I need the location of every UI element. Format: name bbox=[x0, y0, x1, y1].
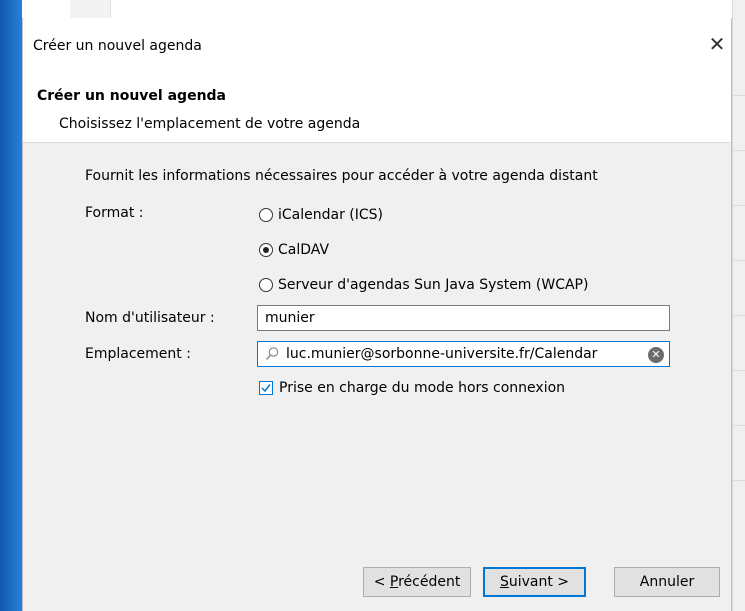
location-field[interactable]: luc.munier@sorbonne-universite.fr/Calend… bbox=[257, 341, 670, 367]
format-label: Format : bbox=[85, 205, 144, 221]
window-title: Créer un nouvel agenda bbox=[33, 38, 202, 54]
location-label: Emplacement : bbox=[85, 346, 191, 362]
next-access-key: S bbox=[499, 574, 509, 590]
cancel-button[interactable]: Annuler bbox=[614, 567, 720, 597]
previous-prefix: < bbox=[373, 574, 390, 590]
background-app-right-strip bbox=[732, 0, 745, 611]
search-icon bbox=[265, 346, 279, 362]
wizard-content: Fournit les informations nécessaires pou… bbox=[23, 143, 731, 611]
radio-button-wcap[interactable] bbox=[259, 278, 273, 292]
username-field[interactable]: munier bbox=[257, 305, 670, 331]
previous-button[interactable]: < Précédent bbox=[363, 567, 471, 597]
wizard-title: Créer un nouvel agenda bbox=[37, 88, 226, 104]
close-icon[interactable]: ✕ bbox=[707, 32, 727, 56]
radio-label-wcap: Serveur d'agendas Sun Java System (WCAP) bbox=[278, 277, 589, 293]
radio-label-icalendar: iCalendar (ICS) bbox=[278, 207, 384, 223]
radio-wcap[interactable]: Serveur d'agendas Sun Java System (WCAP) bbox=[259, 274, 588, 296]
title-bar: Créer un nouvel agenda ✕ bbox=[23, 18, 731, 66]
previous-label: récédent bbox=[398, 574, 461, 590]
offline-checkbox[interactable] bbox=[259, 381, 273, 395]
background-app-top-strip bbox=[22, 0, 732, 18]
clear-icon[interactable]: ✕ bbox=[648, 347, 664, 363]
wizard-subtitle: Choisissez l'emplacement de votre agenda bbox=[59, 116, 361, 132]
next-button[interactable]: Suivant > bbox=[483, 567, 586, 597]
intro-text: Fournit les informations nécessaires pou… bbox=[85, 168, 598, 184]
radio-label-caldav: CalDAV bbox=[278, 242, 330, 258]
next-label: uivant > bbox=[508, 574, 570, 590]
offline-label: Prise en charge du mode hors connexion bbox=[279, 380, 566, 396]
previous-access-key: P bbox=[389, 574, 399, 590]
new-calendar-dialog: Créer un nouvel agenda ✕ Créer un nouvel… bbox=[22, 18, 732, 611]
radio-caldav[interactable]: CalDAV bbox=[259, 239, 329, 261]
location-value: luc.munier@sorbonne-universite.fr/Calend… bbox=[286, 346, 598, 362]
username-label: Nom d'utilisateur : bbox=[85, 310, 215, 326]
checkmark-icon bbox=[261, 384, 271, 393]
radio-icalendar[interactable]: iCalendar (ICS) bbox=[259, 204, 383, 226]
username-value: munier bbox=[265, 310, 315, 326]
wizard-header: Créer un nouvel agenda Choisissez l'empl… bbox=[23, 66, 731, 143]
radio-button-caldav[interactable] bbox=[259, 243, 273, 257]
offline-support-option[interactable]: Prise en charge du mode hors connexion bbox=[259, 380, 565, 396]
background-app-left-strip bbox=[0, 0, 22, 611]
radio-button-icalendar[interactable] bbox=[259, 208, 273, 222]
